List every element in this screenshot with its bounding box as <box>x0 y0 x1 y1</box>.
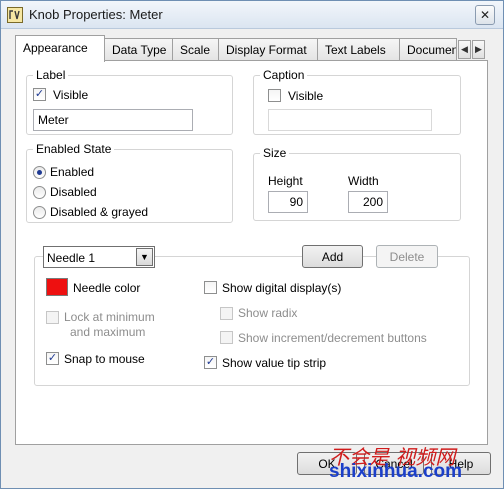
label-group: Label ✓ Visible Meter <box>26 68 233 135</box>
caption-visible-text: Visible <box>288 89 324 103</box>
radio-enabled[interactable] <box>33 166 46 179</box>
chevron-down-icon[interactable]: ▼ <box>136 248 153 266</box>
radio-disabled-grayed-label: Disabled & grayed <box>50 205 149 219</box>
width-label: Width <box>348 174 379 188</box>
checkmark-icon: ✓ <box>34 88 45 100</box>
radio-disabled-label: Disabled <box>50 185 97 199</box>
show-radix-label: Show radix <box>238 306 298 320</box>
add-needle-button[interactable]: Add <box>302 245 363 268</box>
radio-enabled-label: Enabled <box>50 165 95 179</box>
caption-text-input[interactable] <box>268 109 432 131</box>
label-text-input[interactable]: Meter <box>33 109 193 131</box>
radio-disabled-grayed[interactable] <box>33 206 46 219</box>
tab-scale[interactable]: Scale <box>172 38 219 61</box>
label-visible-text: Visible <box>53 88 89 102</box>
tab-label: Documen <box>407 43 457 57</box>
cancel-button[interactable]: Cancel <box>364 452 424 475</box>
help-button[interactable]: Help <box>431 452 491 475</box>
tab-label: Appearance <box>23 41 88 55</box>
height-label: Height <box>268 174 303 188</box>
help-button-label: Help <box>448 456 474 471</box>
lock-min-max-label-line1: Lock at minimum <box>64 310 155 324</box>
add-button-label: Add <box>321 249 344 264</box>
ok-button-label: OK <box>318 456 336 471</box>
tab-label: Display Format <box>226 43 307 57</box>
lock-min-max-label-line2: and maximum <box>70 325 146 339</box>
show-value-tip-label: Show value tip strip <box>222 356 327 370</box>
chevron-left-icon: ◀ <box>461 44 468 54</box>
close-button[interactable]: ✕ <box>475 5 495 25</box>
tab-label: Data Type <box>112 43 167 57</box>
tab-label: Text Labels <box>325 43 386 57</box>
show-value-tip-checkbox[interactable]: ✓ <box>204 356 217 369</box>
show-incdec-checkbox[interactable] <box>220 331 233 344</box>
needle-select-value: Needle 1 <box>47 251 96 265</box>
needle-select[interactable]: Needle 1 ▼ <box>43 246 155 268</box>
appearance-panel: Label ✓ Visible Meter Caption Visible En… <box>15 60 488 445</box>
dropdown-arrow-glyph: ▼ <box>140 252 149 262</box>
cancel-button-label: Cancel <box>375 456 413 471</box>
checkmark-icon: ✓ <box>47 352 58 364</box>
window-title: Knob Properties: Meter <box>29 7 163 22</box>
needle-color-label: Needle color <box>73 281 141 295</box>
caption-group-legend: Caption <box>260 68 308 82</box>
delete-button-label: Delete <box>389 249 425 264</box>
tab-text-labels[interactable]: Text Labels <box>317 38 400 61</box>
label-visible-checkbox[interactable]: ✓ <box>33 88 46 101</box>
enabled-state-group: Enabled State Enabled Disabled Disabled … <box>26 142 233 223</box>
size-group-legend: Size <box>260 146 290 160</box>
snap-to-mouse-checkbox[interactable]: ✓ <box>46 352 59 365</box>
show-digital-display-checkbox[interactable] <box>204 281 217 294</box>
show-digital-display-label: Show digital display(s) <box>222 281 342 295</box>
ok-button[interactable]: OK <box>297 452 357 475</box>
width-value: 200 <box>362 195 383 209</box>
delete-needle-button[interactable]: Delete <box>376 245 438 268</box>
chevron-right-icon: ▶ <box>475 44 482 54</box>
tab-scroll-right-button[interactable]: ▶ <box>472 40 485 59</box>
show-incdec-label: Show increment/decrement buttons <box>238 331 427 345</box>
caption-visible-checkbox[interactable] <box>268 89 281 102</box>
enabled-state-legend: Enabled State <box>33 142 115 156</box>
show-radix-checkbox[interactable] <box>220 307 233 320</box>
height-value: 90 <box>289 195 303 209</box>
radio-disabled[interactable] <box>33 186 46 199</box>
height-input[interactable]: 90 <box>268 191 308 213</box>
snap-to-mouse-label: Snap to mouse <box>64 352 145 366</box>
tab-documentation[interactable]: Documen <box>399 38 457 61</box>
tab-appearance[interactable]: Appearance <box>15 35 105 62</box>
tab-label: Scale <box>180 43 211 57</box>
close-icon: ✕ <box>479 8 491 22</box>
tab-scroll-left-button[interactable]: ◀ <box>458 40 471 59</box>
labview-app-icon <box>7 7 23 23</box>
size-group: Size Height 90 Width 200 <box>253 146 461 221</box>
lock-min-max-checkbox[interactable] <box>46 311 59 324</box>
dialog-window: Knob Properties: Meter ✕ Appearance Data… <box>0 0 504 489</box>
label-text-value: Meter <box>38 113 69 127</box>
tab-display-format[interactable]: Display Format <box>218 38 318 61</box>
width-input[interactable]: 200 <box>348 191 388 213</box>
tab-data-type[interactable]: Data Type <box>104 38 173 61</box>
needle-color-swatch[interactable] <box>46 278 68 296</box>
checkmark-icon: ✓ <box>205 356 216 368</box>
caption-group: Caption Visible <box>253 68 461 135</box>
tab-strip: Appearance Data Type Scale Display Forma… <box>15 35 487 62</box>
label-group-legend: Label <box>33 68 69 82</box>
title-bar[interactable]: Knob Properties: Meter ✕ <box>1 1 503 29</box>
